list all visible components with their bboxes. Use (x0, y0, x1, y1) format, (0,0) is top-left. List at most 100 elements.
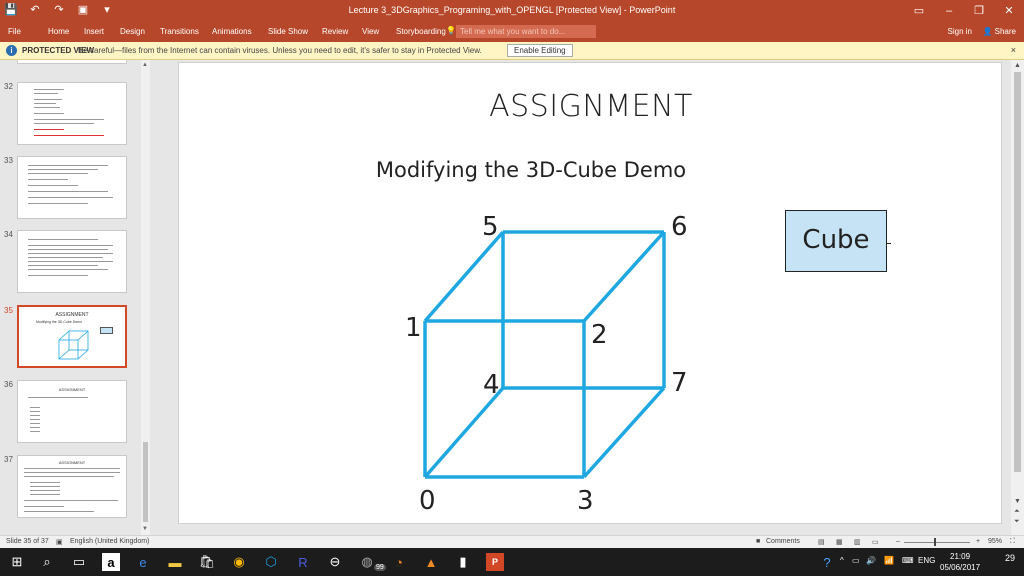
keyboard-icon[interactable]: ⌨ (902, 556, 914, 565)
comments-icon[interactable]: ■ (756, 538, 760, 545)
close-bar-icon[interactable]: × (1011, 45, 1016, 55)
enable-editing-button[interactable]: Enable Editing (507, 44, 573, 57)
tab-insert[interactable]: Insert (84, 27, 104, 36)
tray-up-arrow[interactable]: ^ (840, 556, 844, 565)
restore-button[interactable]: ❐ (964, 0, 994, 22)
search-icon[interactable]: ⌕ (38, 553, 56, 571)
thumb-text-line (34, 103, 56, 104)
normal-view-icon[interactable]: ▤ (818, 538, 825, 546)
chrome-icon[interactable]: ◉ (230, 553, 248, 571)
sign-in-link[interactable]: Sign in (948, 27, 972, 36)
thumb-text-line (30, 407, 40, 408)
windows-taskbar: ⊞ ⌕ ▭ a e ▬ 🛍 ◉ ⬡ R ⊖ ◍ 99 ◔ ▲ ▮ P ? ^ ▭… (0, 548, 1024, 576)
tab-transitions[interactable]: Transitions (160, 27, 199, 36)
slide-thumbnail-34[interactable] (17, 230, 127, 293)
cube-edge-1-5 (423, 230, 505, 323)
battery-icon[interactable]: ▭ (852, 556, 860, 565)
slide-thumbnail-32[interactable] (17, 82, 127, 145)
tab-file[interactable]: File (8, 27, 21, 36)
language-tray[interactable]: ENG (918, 556, 935, 565)
language-indicator[interactable]: English (United Kingdom) (70, 538, 149, 545)
thumb-title: ASSIGNMENT (58, 387, 86, 392)
thumb-text-line (30, 486, 60, 487)
tab-home[interactable]: Home (48, 27, 69, 36)
vertex-label-3: 3 (577, 486, 594, 516)
previous-slide-icon[interactable]: ⏶ (1014, 508, 1020, 516)
slideshow-icon[interactable]: ▭ (872, 538, 879, 546)
window-title: Lecture 3_3DGraphics_Programing_with_OPE… (348, 5, 676, 15)
blender-icon[interactable]: ◔ (390, 553, 408, 571)
thumb-text-line (28, 261, 113, 262)
slide-thumbnail-37[interactable]: ASSIGNMENT (17, 455, 127, 518)
zoom-level[interactable]: 95% (988, 538, 1002, 545)
powerpoint-icon[interactable]: P (486, 553, 504, 571)
scroll-up-arrow[interactable]: ▲ (1014, 62, 1021, 69)
thumb-text-line (34, 107, 60, 108)
slide-number: 36 (4, 380, 13, 389)
vlc-icon[interactable]: ▲ (422, 553, 440, 571)
reading-view-icon[interactable]: ▥ (854, 538, 861, 546)
share-button[interactable]: 👤 Share (982, 27, 1016, 36)
file-explorer-icon[interactable]: ▬ (166, 553, 184, 571)
windows-start-icon[interactable]: ⊞ (8, 553, 26, 571)
unity-icon[interactable]: ⬡ (262, 553, 280, 571)
zoom-slider-handle[interactable] (934, 538, 936, 546)
comments-button[interactable]: Comments (766, 538, 800, 545)
thumb-text-line (30, 411, 40, 412)
minimize-button[interactable]: – (934, 0, 964, 22)
store-icon[interactable]: 🛍 (198, 553, 216, 571)
scroll-down-arrow[interactable]: ▼ (142, 526, 148, 532)
scroll-up-arrow[interactable]: ▲ (142, 62, 148, 68)
slide-count: Slide 35 of 37 (6, 538, 49, 545)
onenote-icon[interactable]: ▮ (454, 553, 472, 571)
vertex-label-1: 1 (405, 313, 422, 343)
clock-date: 05/06/2017 (940, 563, 981, 572)
thumb-text-line (28, 239, 98, 240)
action-center-icon[interactable]: 29 (1002, 553, 1018, 569)
amazon-icon[interactable]: a (102, 553, 120, 571)
ribbon: File Home Insert Design Transitions Anim… (0, 22, 1024, 42)
thumb-text-line (34, 113, 64, 114)
share-label: Share (994, 27, 1016, 36)
slide-thumbnail-36[interactable]: ASSIGNMENT (17, 380, 127, 443)
tab-slide-show[interactable]: Slide Show (268, 27, 308, 36)
edge-icon[interactable]: e (134, 553, 152, 571)
slide-thumbnail-35[interactable]: ASSIGNMENT Modifying the 3D-Cube Demo (17, 305, 127, 368)
cube-diagram[interactable]: 0 1 2 3 4 5 6 7 (179, 63, 1003, 525)
scrollbar-thumb[interactable] (1014, 72, 1021, 472)
fit-slide-icon[interactable]: ⛶ (1010, 538, 1015, 546)
slide-thumbnail-33[interactable] (17, 156, 127, 219)
zoom-out-button[interactable]: – (896, 538, 900, 545)
status-bar: Slide 35 of 37 ▣ English (United Kingdom… (0, 535, 1024, 548)
zoom-in-button[interactable]: + (976, 538, 980, 545)
slide-sorter-icon[interactable]: ▦ (836, 538, 843, 546)
volume-icon[interactable]: 🔊 (866, 556, 876, 565)
tab-animations[interactable]: Animations (212, 27, 252, 36)
cube-label-box[interactable]: Cube (785, 210, 887, 272)
spelling-icon[interactable]: ▣ (56, 538, 63, 546)
slide-scrollbar[interactable]: ▲ ▼ ⏶ ⏷ (1011, 60, 1024, 535)
network-icon[interactable]: 📶 (884, 556, 894, 565)
system-clock[interactable]: 21:09 05/06/2017 (940, 551, 980, 573)
zoom-slider[interactable] (904, 542, 970, 543)
ribbon-options-button[interactable]: ▭ (904, 0, 934, 22)
sphere-icon[interactable]: ⊖ (326, 553, 344, 571)
tab-view[interactable]: View (362, 27, 379, 36)
slide-thumbnail-31[interactable] (17, 60, 127, 64)
scroll-down-arrow[interactable]: ▼ (1014, 498, 1021, 505)
task-view-icon[interactable]: ▭ (70, 553, 88, 571)
tab-storyboarding[interactable]: Storyboarding (396, 27, 446, 36)
close-button[interactable]: ✕ (994, 0, 1024, 22)
tell-me-input[interactable]: Tell me what you want to do... (456, 25, 596, 38)
thumb-text-line (30, 427, 40, 428)
scrollbar-thumb[interactable] (143, 442, 148, 522)
help-icon[interactable]: ? (818, 553, 836, 571)
thumb-text-line (30, 419, 40, 420)
tab-review[interactable]: Review (322, 27, 348, 36)
thumbnail-scrollbar[interactable]: ▲ ▼ (141, 60, 150, 535)
r-icon[interactable]: R (294, 553, 312, 571)
slide-canvas[interactable]: ASSIGNMENT Modifying the 3D-Cube Demo 01… (178, 62, 1002, 524)
next-slide-icon[interactable]: ⏷ (1014, 518, 1020, 526)
tab-design[interactable]: Design (120, 27, 145, 36)
action-center-count: 29 (1004, 553, 1015, 563)
